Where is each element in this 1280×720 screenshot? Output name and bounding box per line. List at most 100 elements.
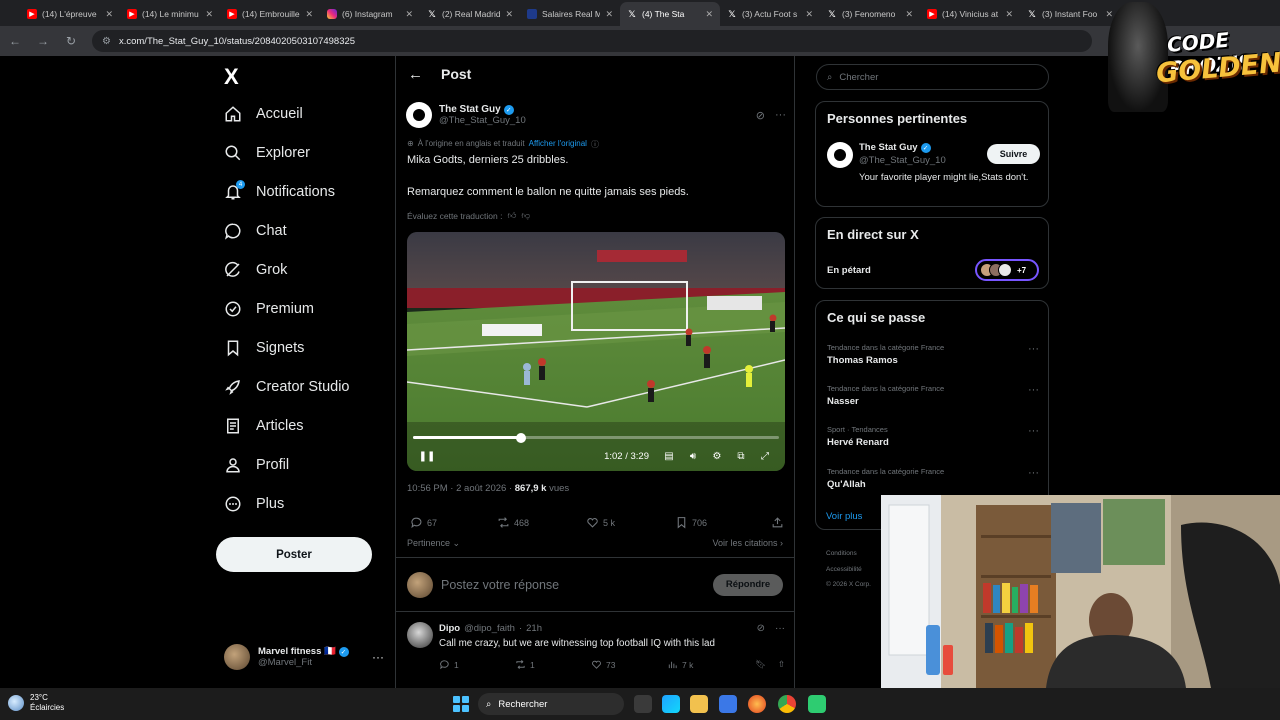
person-handle[interactable]: @The_Stat_Guy_10 [859, 155, 946, 166]
back-icon[interactable]: ← [8, 34, 22, 48]
nav-item-bookmarks[interactable]: Signets [224, 336, 304, 360]
person-name[interactable]: The Stat Guy ✓ [859, 142, 931, 153]
bookmark-button[interactable]: 706 [675, 516, 707, 529]
file-explorer-icon[interactable] [690, 695, 708, 713]
browser-tab[interactable]: 𝕏 (2) Real Madrid ✕ [420, 2, 520, 26]
browser-tab[interactable]: ▶ (14) Le minimu ✕ [120, 2, 220, 26]
nav-item-articles[interactable]: Articles [224, 414, 304, 438]
author-name[interactable]: The Stat Guy ✓ [439, 104, 526, 115]
store-icon[interactable] [719, 695, 737, 713]
more-options-icon[interactable]: ··· [372, 650, 384, 664]
chrome-icon[interactable] [778, 695, 796, 713]
trend-item[interactable]: Tendance dans la catégorie France Nasser… [827, 384, 1039, 407]
firefox-icon[interactable] [748, 695, 766, 713]
trend-item[interactable]: Tendance dans la catégorie France Thomas… [827, 343, 1039, 366]
info-icon[interactable]: ⓘ [591, 139, 599, 150]
weather-widget[interactable]: 23°C Éclaircies [8, 693, 64, 713]
author-avatar[interactable] [406, 102, 432, 128]
like-button[interactable]: 5 k [586, 516, 675, 529]
author-handle[interactable]: @The_Stat_Guy_10 [439, 115, 526, 126]
reply-submit-button[interactable]: Répondre [713, 573, 783, 596]
close-tab-icon[interactable]: ✕ [905, 9, 913, 20]
share-button[interactable] [771, 516, 784, 529]
reload-icon[interactable]: ↻ [64, 34, 78, 48]
windows-start-icon[interactable] [453, 696, 469, 712]
close-tab-icon[interactable]: ✕ [205, 9, 213, 20]
close-tab-icon[interactable]: ✕ [105, 9, 113, 20]
more-options-icon[interactable]: ··· [1028, 384, 1039, 396]
back-arrow-icon[interactable]: ← [408, 66, 423, 83]
site-info-icon[interactable]: ⚙ [102, 36, 111, 47]
nav-item-premium[interactable]: Premium [224, 297, 314, 321]
nav-item-creator-studio[interactable]: Creator Studio [224, 375, 350, 399]
more-options-icon[interactable]: ··· [1028, 467, 1039, 479]
close-tab-icon[interactable]: ✕ [305, 9, 313, 20]
close-tab-icon[interactable]: ✕ [805, 9, 813, 20]
browser-tab[interactable]: 𝕏 (3) Fenomeno ✕ [820, 2, 920, 26]
pause-icon[interactable]: ❚❚ [415, 451, 439, 462]
x-logo-icon[interactable]: X [224, 64, 239, 90]
video-progress-bar[interactable] [413, 433, 779, 443]
reply-author-handle[interactable]: @dipo_faith [464, 623, 515, 634]
see-more-link[interactable]: Voir plus [826, 511, 862, 522]
share-icon[interactable]: ⇧ [778, 659, 785, 670]
browser-tab[interactable]: 𝕏 (3) Instant Foo ✕ [1020, 2, 1120, 26]
url-field[interactable]: ⚙ x.com/The_Stat_Guy_10/status/208402050… [92, 30, 1092, 52]
follow-button[interactable]: Suivre [987, 144, 1040, 164]
thumbs-up-icon[interactable]: 👍︎ [507, 210, 516, 221]
close-tab-icon[interactable]: ✕ [505, 9, 513, 20]
repost-button[interactable]: 468 [497, 516, 586, 529]
browser-tab[interactable]: ▶ (14) L'épreuve ✕ [20, 2, 120, 26]
browser-tab[interactable]: ▶ (14) Vinicius at ✕ [920, 2, 1020, 26]
reply-button[interactable]: 67 [410, 516, 497, 529]
browser-tab[interactable]: Salaires Real M ✕ [520, 2, 620, 26]
fullscreen-icon[interactable]: ⤢ [753, 451, 777, 462]
nav-item-more[interactable]: Plus [224, 492, 284, 516]
reply-button[interactable]: 1 [439, 659, 515, 670]
browser-tab[interactable]: (6) Instagram ✕ [320, 2, 420, 26]
more-options-icon[interactable]: ··· [775, 623, 785, 634]
grok-icon[interactable]: ⊘ [756, 109, 765, 122]
close-tab-icon[interactable]: ✕ [705, 9, 713, 20]
nav-item-explore[interactable]: Explorer [224, 141, 310, 165]
repost-button[interactable]: 1 [515, 659, 591, 670]
browser-tab[interactable]: 𝕏 (3) Actu Foot s ✕ [720, 2, 820, 26]
volume-icon[interactable]: 🔊︎ [681, 451, 705, 462]
captions-icon[interactable]: ▤ [657, 451, 681, 462]
like-button[interactable]: 73 [591, 659, 667, 670]
accessibility-link[interactable]: Accessibilité [826, 562, 871, 578]
more-options-icon[interactable]: ··· [1028, 425, 1039, 437]
account-switcher[interactable]: Marvel fitness 🇫🇷 ✓ @Marvel_Fit ··· [224, 642, 384, 672]
app-icon[interactable] [808, 695, 826, 713]
browser-tab[interactable]: ▶ (14) Embrouille ✕ [220, 2, 320, 26]
forward-icon[interactable]: → [36, 34, 50, 48]
picture-in-picture-icon[interactable]: ⧉ [729, 451, 753, 462]
nav-item-notifications[interactable]: 4 Notifications [224, 180, 335, 204]
taskbar-search[interactable]: ⌕ Rechercher [478, 693, 624, 715]
trend-item[interactable]: Sport · Tendances Hervé Renard ··· [827, 425, 1039, 448]
views-button[interactable]: 7 k [667, 659, 743, 670]
task-view-icon[interactable] [634, 695, 652, 713]
thumbs-down-icon[interactable]: 👎︎ [521, 210, 530, 221]
live-space-item[interactable]: En pétard +7 [827, 259, 1039, 281]
more-options-icon[interactable]: ··· [1028, 343, 1039, 355]
sort-dropdown[interactable]: Pertinence ⌄ [407, 538, 460, 549]
nav-item-profile[interactable]: Profil [224, 453, 289, 477]
video-player[interactable]: ❚❚ 1:02 / 3:29 ▤ 🔊︎ ⚙ ⧉ ⤢ [407, 232, 785, 471]
nav-item-grok[interactable]: Grok [224, 258, 287, 282]
browser-tab[interactable]: 𝕏 (4) The Sta ✕ [620, 2, 720, 26]
person-avatar[interactable] [827, 142, 853, 168]
grok-icon[interactable]: ⊘ [757, 623, 765, 634]
more-options-icon[interactable]: ··· [775, 109, 786, 122]
terms-link[interactable]: Conditions [826, 546, 871, 562]
reply-input[interactable]: Postez votre réponse [441, 578, 559, 592]
search-input[interactable]: ⌕ Chercher [816, 64, 1049, 90]
settings-icon[interactable]: ⚙ [705, 451, 729, 462]
bookmark-icon[interactable]: 🔖︎ [755, 659, 766, 670]
edge-icon[interactable] [662, 695, 680, 713]
nav-item-chat[interactable]: Chat [224, 219, 287, 243]
nav-item-home[interactable]: Accueil [224, 102, 303, 126]
avatar[interactable] [407, 622, 433, 648]
view-quotes-link[interactable]: Voir les citations › [712, 538, 783, 549]
trend-item[interactable]: Tendance dans la catégorie France Qu'All… [827, 467, 1039, 490]
